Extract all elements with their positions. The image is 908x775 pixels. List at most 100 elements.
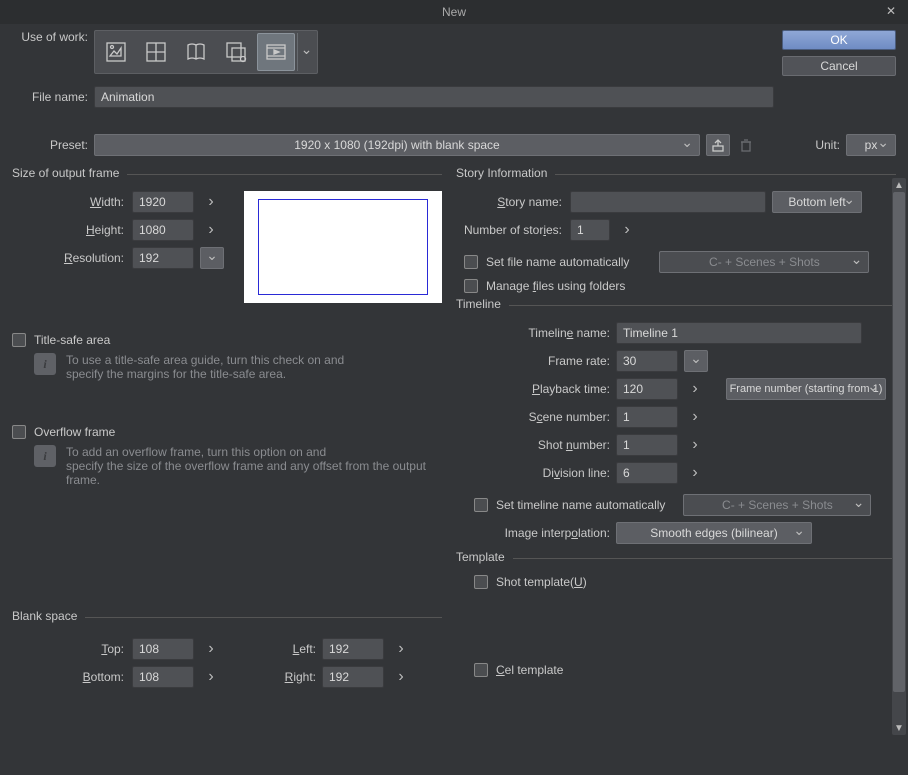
shot-number-label: Shot number:: [456, 438, 616, 452]
window-title: New: [442, 5, 466, 19]
story-info-title: Story Information: [456, 166, 555, 180]
story-pos-value: Bottom left: [788, 195, 845, 209]
template-title: Template: [456, 550, 513, 564]
shot-template-checkbox[interactable]: [474, 575, 488, 589]
right-stepper[interactable]: [390, 668, 412, 686]
playback-unit-val: Frame number (starting from 1): [730, 383, 883, 395]
left-stepper[interactable]: [390, 640, 412, 658]
bottom-input[interactable]: [132, 666, 194, 688]
story-name-input[interactable]: [570, 191, 766, 213]
delete-preset-button[interactable]: [734, 134, 758, 156]
timeline-title: Timeline: [456, 297, 509, 311]
top-label: Top:: [12, 642, 132, 656]
auto-timeline-name-checkbox[interactable]: [474, 498, 488, 512]
playback-label: Playback time:: [456, 382, 616, 396]
timeline-name-label: Timeline name:: [456, 326, 616, 340]
story-name-position[interactable]: Bottom left: [772, 191, 862, 213]
chevron-down-icon: [793, 525, 805, 542]
output-frame-title: Size of output frame: [12, 166, 127, 180]
width-stepper[interactable]: [200, 193, 222, 211]
blank-space-title: Blank space: [12, 609, 85, 623]
playback-stepper[interactable]: [684, 380, 706, 398]
height-input[interactable]: [132, 219, 194, 241]
interp-combo[interactable]: Smooth edges (bilinear): [616, 522, 812, 544]
num-stories-input[interactable]: [570, 219, 610, 241]
overflow-checkbox[interactable]: [12, 425, 26, 439]
auto-filename-rule: C- + Scenes + Shots: [659, 251, 869, 273]
top-stepper[interactable]: [200, 640, 222, 658]
timeline-name-input[interactable]: [616, 322, 862, 344]
work-type-comic-icon[interactable]: [137, 33, 175, 71]
unit-label: Unit:: [815, 138, 846, 152]
title-safe-checkbox[interactable]: [12, 333, 26, 347]
resolution-dropdown[interactable]: [200, 247, 224, 269]
unit-combo[interactable]: px: [846, 134, 896, 156]
interp-value: Smooth edges (bilinear): [650, 526, 777, 540]
auto-filename-label: Set file name automatically: [486, 255, 629, 269]
scene-number-input[interactable]: [616, 406, 678, 428]
scroll-down-arrow[interactable]: ▼: [892, 721, 906, 735]
work-type-illustration-icon[interactable]: [97, 33, 135, 71]
scroll-up-arrow[interactable]: ▲: [892, 178, 906, 192]
story-name-label: Story name:: [456, 195, 570, 209]
title-bar: New ✕: [0, 0, 908, 24]
height-label: Height:: [12, 223, 132, 237]
num-stories-label: Number of stories:: [456, 223, 570, 237]
left-label: Left:: [262, 642, 322, 656]
title-safe-label: Title-safe area: [34, 333, 110, 347]
playback-input[interactable]: [616, 378, 678, 400]
work-type-frames-icon[interactable]: [217, 33, 255, 71]
file-name-label: File name:: [12, 90, 94, 104]
bottom-label: Bottom:: [12, 670, 132, 684]
frame-rate-dropdown[interactable]: [684, 350, 708, 372]
save-preset-button[interactable]: [706, 134, 730, 156]
cel-template-checkbox[interactable]: [474, 663, 488, 677]
close-icon[interactable]: ✕: [882, 2, 900, 20]
work-type-book-icon[interactable]: [177, 33, 215, 71]
canvas-preview: [244, 191, 442, 303]
ok-button[interactable]: OK: [782, 30, 896, 50]
cel-template-label: Cel template: [496, 663, 563, 677]
shot-number-input[interactable]: [616, 434, 678, 456]
overflow-desc: To add an overflow frame, turn this opti…: [66, 445, 442, 459]
file-name-input[interactable]: [94, 86, 774, 108]
division-line-stepper[interactable]: [684, 464, 706, 482]
scene-number-label: Scene number:: [456, 410, 616, 424]
auto-timeline-rule-val: C- + Scenes + Shots: [722, 498, 833, 512]
info-icon: i: [34, 445, 56, 467]
cancel-button[interactable]: Cancel: [782, 56, 896, 76]
frame-rate-input[interactable]: [616, 350, 678, 372]
overflow-label: Overflow frame: [34, 425, 115, 439]
scene-number-stepper[interactable]: [684, 408, 706, 426]
manage-folders-checkbox[interactable]: [464, 279, 478, 293]
shot-number-stepper[interactable]: [684, 436, 706, 454]
manage-folders-label: Manage files using folders: [486, 279, 625, 293]
bottom-stepper[interactable]: [200, 668, 222, 686]
preset-label: Preset:: [12, 138, 94, 152]
chevron-down-icon: [877, 137, 889, 154]
resolution-input[interactable]: [132, 247, 194, 269]
use-of-work-label: Use of work:: [12, 30, 94, 44]
left-input[interactable]: [322, 638, 384, 660]
auto-filename-checkbox[interactable]: [464, 255, 478, 269]
scroll-thumb[interactable]: [893, 192, 905, 692]
info-icon: i: [34, 353, 56, 375]
work-type-animation-icon[interactable]: [257, 33, 295, 71]
frame-rate-label: Frame rate:: [456, 354, 616, 368]
chevron-down-icon: [851, 254, 863, 271]
top-input[interactable]: [132, 638, 194, 660]
right-input[interactable]: [322, 666, 384, 688]
height-stepper[interactable]: [200, 221, 222, 239]
width-input[interactable]: [132, 191, 194, 213]
canvas-preview-frame: [258, 199, 428, 295]
work-type-dropdown[interactable]: [297, 33, 315, 71]
division-line-label: Division line:: [456, 466, 616, 480]
unit-value: px: [865, 138, 878, 152]
playback-unit-combo[interactable]: Frame number (starting from 1): [726, 378, 886, 400]
division-line-input[interactable]: [616, 462, 678, 484]
preset-combo[interactable]: 1920 x 1080 (192dpi) with blank space: [94, 134, 700, 156]
num-stories-stepper[interactable]: [616, 221, 638, 239]
overflow-desc2: specify the size of the overflow frame a…: [66, 459, 442, 487]
vertical-scrollbar[interactable]: ▲ ▼: [892, 178, 906, 735]
title-safe-desc: To use a title-safe area guide, turn thi…: [66, 353, 344, 367]
